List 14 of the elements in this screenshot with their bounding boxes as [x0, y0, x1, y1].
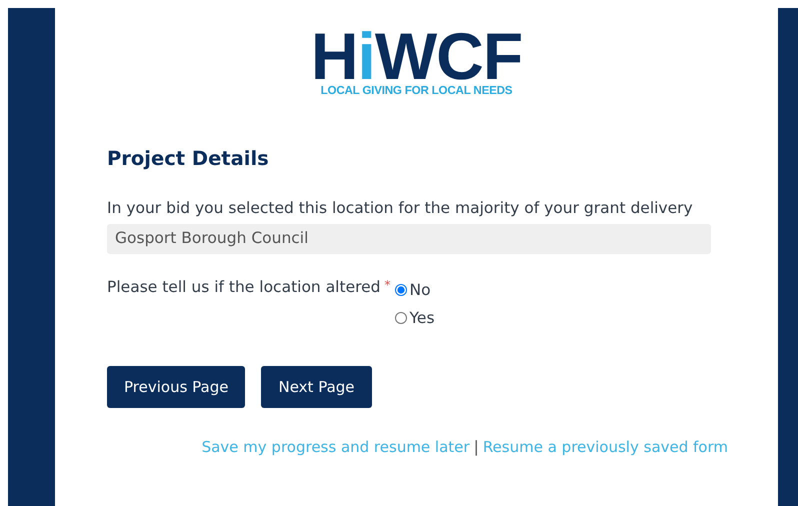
- next-button[interactable]: Next Page: [261, 366, 372, 408]
- question-label: Please tell us if the location altered: [107, 276, 381, 298]
- option-label[interactable]: No: [410, 276, 431, 304]
- field-label: In your bid you selected this location for the majority of your grant delivery: [107, 198, 694, 220]
- logo-tagline: LOCAL GIVING FOR LOCAL NEEDS: [320, 84, 512, 98]
- separator: |: [474, 437, 479, 458]
- option-label[interactable]: Yes: [410, 304, 435, 332]
- section-title: Project Details: [107, 146, 270, 172]
- radio-button[interactable]: [394, 312, 407, 324]
- previous-button[interactable]: Previous Page: [107, 366, 246, 408]
- logo: HiWCF: [310, 28, 522, 84]
- location-field: Gosport Borough Council: [107, 224, 711, 254]
- required-mark: *: [384, 276, 391, 294]
- radio-button[interactable]: [394, 284, 407, 296]
